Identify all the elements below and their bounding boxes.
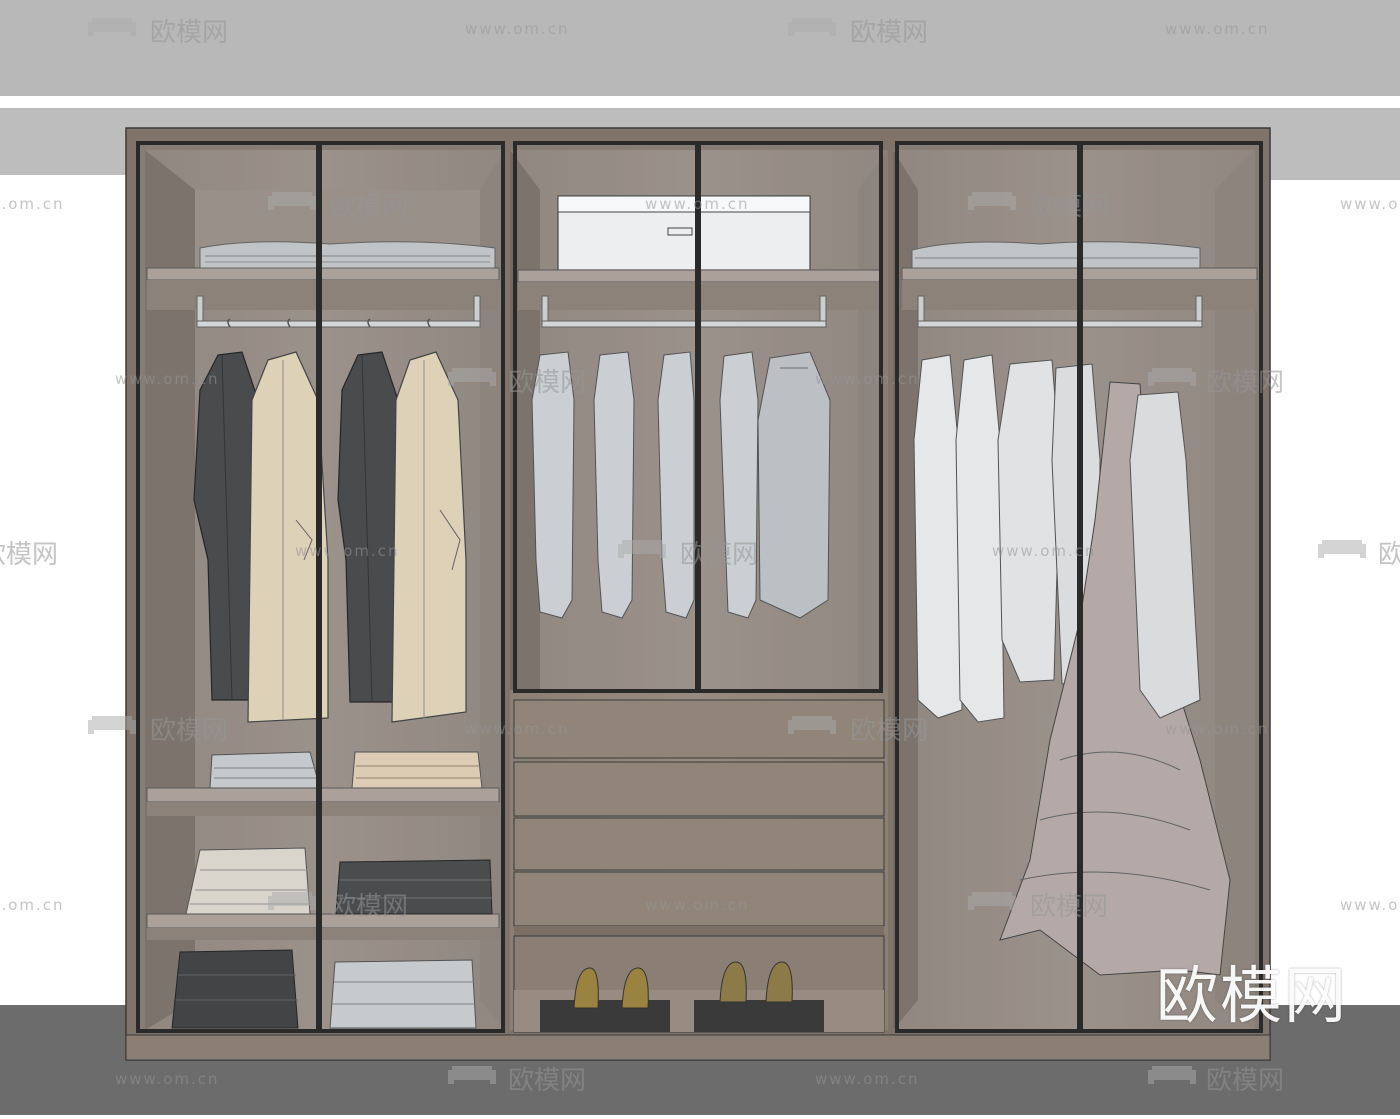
watermark-brand-large: 欧模网: [1155, 959, 1348, 1032]
soffit: [0, 108, 1400, 128]
glass-door-2: [318, 141, 505, 1033]
glass-door-6: [1079, 141, 1263, 1033]
wall-right: [1270, 180, 1400, 1010]
wardrobe-scene: 欧模网 欧模网 欧模网 欧模网 欧模网 欧模网 欧模网 欧模网 欧模网 欧模网 …: [0, 0, 1400, 1115]
wall-left: [0, 175, 130, 1010]
ceiling-trim: [0, 96, 1400, 108]
glass-door-3: [513, 141, 699, 693]
glass-door-4: [697, 141, 883, 693]
ceiling: [0, 0, 1400, 96]
drawer-stack: [513, 699, 885, 936]
